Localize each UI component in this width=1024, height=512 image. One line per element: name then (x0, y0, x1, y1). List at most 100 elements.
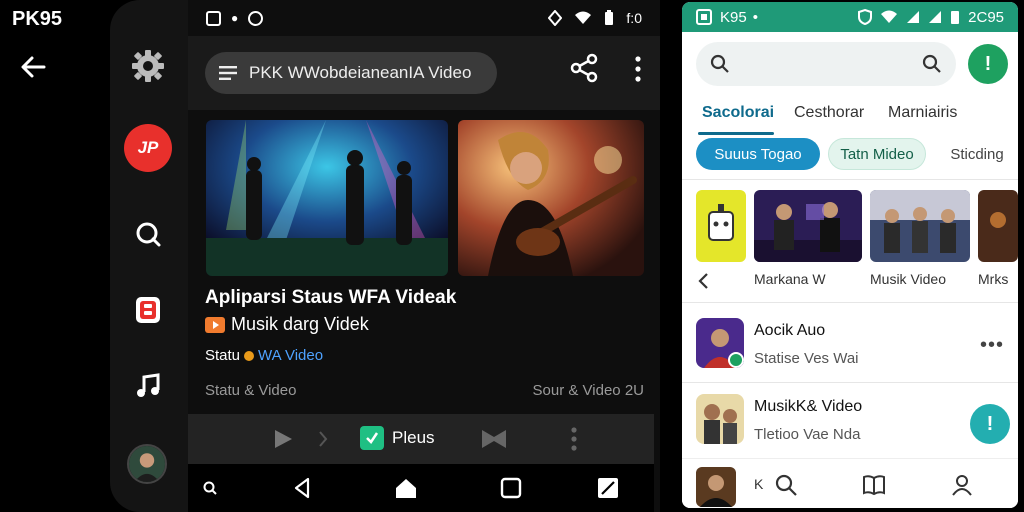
more-vert-icon[interactable] (628, 54, 648, 84)
nav-back-icon[interactable] (290, 476, 314, 500)
card-band[interactable] (754, 190, 862, 262)
share-icon[interactable] (568, 52, 600, 84)
tab-3[interactable]: Marniairis (888, 104, 957, 122)
video-channel-icon (205, 316, 225, 333)
chevron-left-icon[interactable] (696, 272, 712, 290)
status-link[interactable]: WA Video (258, 347, 323, 364)
book-icon[interactable] (862, 473, 886, 497)
search-bar[interactable]: PKK WWobdeianeanIA Video (205, 52, 497, 94)
tab-indicator (698, 132, 774, 135)
alert-button[interactable]: ! (968, 44, 1008, 84)
chip-1[interactable]: Suuus Togao (696, 138, 820, 170)
location-icon (548, 10, 563, 26)
card-robot[interactable] (696, 190, 746, 262)
bottom-avatar[interactable] (696, 467, 736, 507)
card-label-2: Musik Video (870, 271, 947, 287)
video-subtitle-row: Musik darg Videk (205, 314, 369, 335)
chevron-right-icon (319, 431, 328, 447)
home-icon[interactable] (394, 476, 418, 500)
video-thumbnail-concert[interactable] (206, 120, 448, 276)
info-fab[interactable]: ! (970, 404, 1010, 444)
dot-icon: ● (231, 11, 239, 25)
music-note-icon (137, 373, 160, 397)
status-time: f:0 (626, 10, 642, 26)
mini-player: Pleus (188, 414, 654, 464)
list-item-title: MusikK& Video (754, 398, 863, 415)
card-musicians[interactable] (870, 190, 970, 262)
search-icon (136, 222, 161, 247)
list-avatar (696, 318, 744, 368)
list-item-title: Aocik Auo (754, 322, 826, 339)
more-horiz-icon[interactable]: ••• (980, 334, 1004, 357)
plus-label: Pleus (392, 428, 435, 447)
red-badge-label: JP (137, 138, 159, 157)
status-bar: ● f:0 (188, 0, 660, 36)
bottom-label: K (754, 476, 764, 492)
light-search-bar[interactable] (696, 42, 956, 86)
card-label-3: Mrks (978, 271, 1009, 287)
library-rail-button[interactable] (124, 286, 172, 334)
nav-search-icon[interactable] (202, 480, 218, 496)
tab-1[interactable]: Sacolorai (702, 104, 774, 122)
tab-bar: Sacolorai Cesthorar Marniairis (682, 98, 1018, 136)
video-subtitle: Musik darg Videk (231, 314, 369, 334)
search-rail-button[interactable] (124, 210, 172, 258)
red-app-button[interactable]: JP (124, 124, 172, 172)
chip-3[interactable]: Sticding (938, 138, 1016, 170)
card-partial[interactable] (978, 190, 1018, 262)
battery-icon (605, 10, 614, 25)
dark-app-panel: ● f:0 PKK WWobdeianeanIA Video Apliparsi… (188, 0, 660, 512)
light-status-bar: K95 • 2Ϲ95 (682, 2, 1018, 32)
divider (682, 302, 1018, 303)
search-icon-right[interactable] (922, 54, 942, 74)
search-text: PKK WWobdeianeanIA Video (249, 63, 472, 82)
app-title: PK95 (12, 8, 63, 30)
avatar-image (129, 446, 165, 482)
list-item-subtitle: Tletioo Vae Nda (754, 426, 861, 443)
gear-icon (132, 50, 164, 82)
music-rail-button[interactable] (124, 362, 172, 410)
back-arrow-icon[interactable] (18, 52, 48, 82)
exclamation-icon: ! (984, 52, 992, 75)
meta-right: Sour & Video 2U (532, 382, 644, 399)
list-avatar (696, 394, 744, 444)
video-title[interactable]: Apliparsi Staus WFA Videak (205, 287, 456, 309)
divider (682, 382, 1018, 383)
bowtie-icon[interactable] (480, 428, 508, 450)
chip-2[interactable]: Tatn Mideo (828, 138, 926, 170)
status-prefix: Statu (205, 347, 241, 364)
signal-icon-2 (929, 11, 942, 23)
user-icon[interactable] (950, 473, 974, 497)
exclamation-icon: ! (986, 412, 994, 435)
wifi-icon (575, 11, 592, 24)
video-thumbnail-guitarist[interactable] (458, 120, 644, 276)
edit-icon[interactable] (596, 476, 620, 500)
plus-button[interactable]: Pleus (360, 426, 435, 450)
light-app-panel: K95 • 2Ϲ95 ! Sacolorai Cesthorar Marniai… (682, 2, 1018, 508)
status-dot-icon (244, 350, 255, 361)
notification-icon (206, 10, 221, 26)
player-more-icon[interactable] (570, 426, 578, 452)
search-icon[interactable] (774, 473, 798, 497)
settings-button[interactable] (124, 42, 172, 90)
search-icon (710, 54, 729, 73)
system-nav-bar (188, 464, 654, 512)
wifi-icon (881, 10, 898, 23)
user-avatar[interactable] (127, 444, 167, 484)
signal-icon (907, 11, 920, 23)
list-item[interactable]: Aocik Auo Statise Ves Wai ••• (682, 308, 1018, 380)
list-item-subtitle: Statise Ves Wai (754, 350, 859, 367)
menu-icon[interactable] (219, 66, 237, 80)
light-status-title: K95 (720, 8, 747, 26)
square-icon[interactable] (499, 476, 523, 500)
app-status-icon (696, 9, 712, 25)
tab-2[interactable]: Cesthorar (794, 104, 864, 122)
play-icon[interactable] (272, 428, 294, 450)
profile-status-icon (248, 10, 264, 26)
divider (682, 179, 1018, 180)
card-label-1: Markana W (754, 271, 826, 287)
meta-left: Statu & Video (205, 382, 297, 399)
list-item[interactable]: MusikK& Video Tletioo Vae Nda (682, 384, 1018, 456)
top-app-bar: PKK WWobdeianeanIA Video (188, 36, 660, 110)
light-status-time: 2Ϲ95 (968, 8, 1004, 26)
